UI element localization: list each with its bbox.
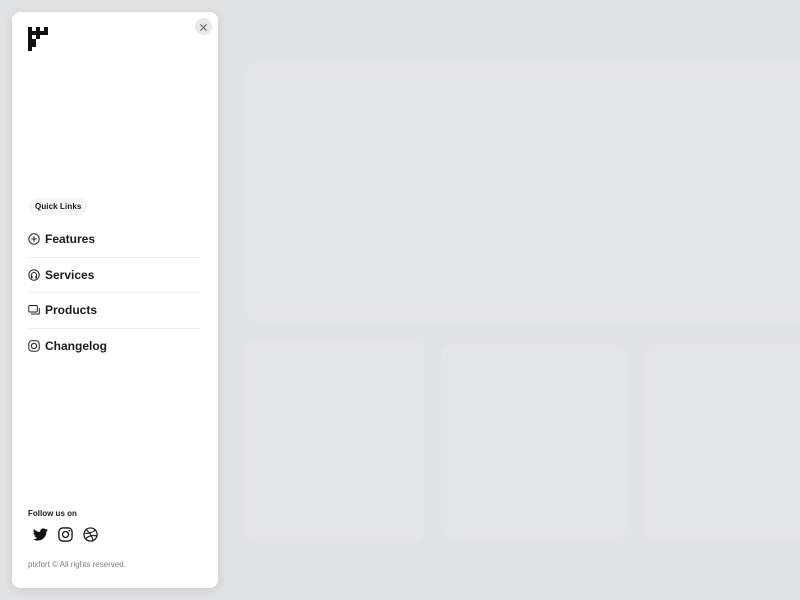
menu-item-label: Services [45,267,95,282]
menu-item-features[interactable]: Features [28,222,200,257]
quick-links-label: Quick Links [29,198,88,215]
menu-item-label: Products [45,303,98,318]
chat-icon [28,304,40,316]
support-icon [28,269,40,281]
twitter-icon[interactable] [32,526,48,542]
background-card [245,340,423,542]
menu-item-label: Features [45,232,96,247]
follow-us-label: Follow us on [28,509,77,518]
menu-item-services[interactable]: Services [28,256,200,293]
quick-links-menu: Features Services Products Changelog [28,222,200,363]
menu-item-label: Changelog [45,338,107,353]
background-card-large [247,62,800,322]
background-card [442,345,626,539]
instagram-icon[interactable] [57,526,73,542]
changelog-icon [28,340,40,352]
menu-item-products[interactable]: Products [28,292,200,328]
castle-logo-icon[interactable] [28,27,48,51]
close-button[interactable] [195,18,212,35]
close-icon [200,18,207,36]
side-drawer: Quick Links Features Services Products C… [12,12,218,588]
menu-item-changelog[interactable]: Changelog [28,327,200,364]
plus-circle-icon [28,233,40,245]
background-card [645,345,800,539]
copyright-text: pixfort © All rights reserved. [28,560,126,569]
social-links [32,526,98,542]
dribbble-icon[interactable] [82,526,98,542]
